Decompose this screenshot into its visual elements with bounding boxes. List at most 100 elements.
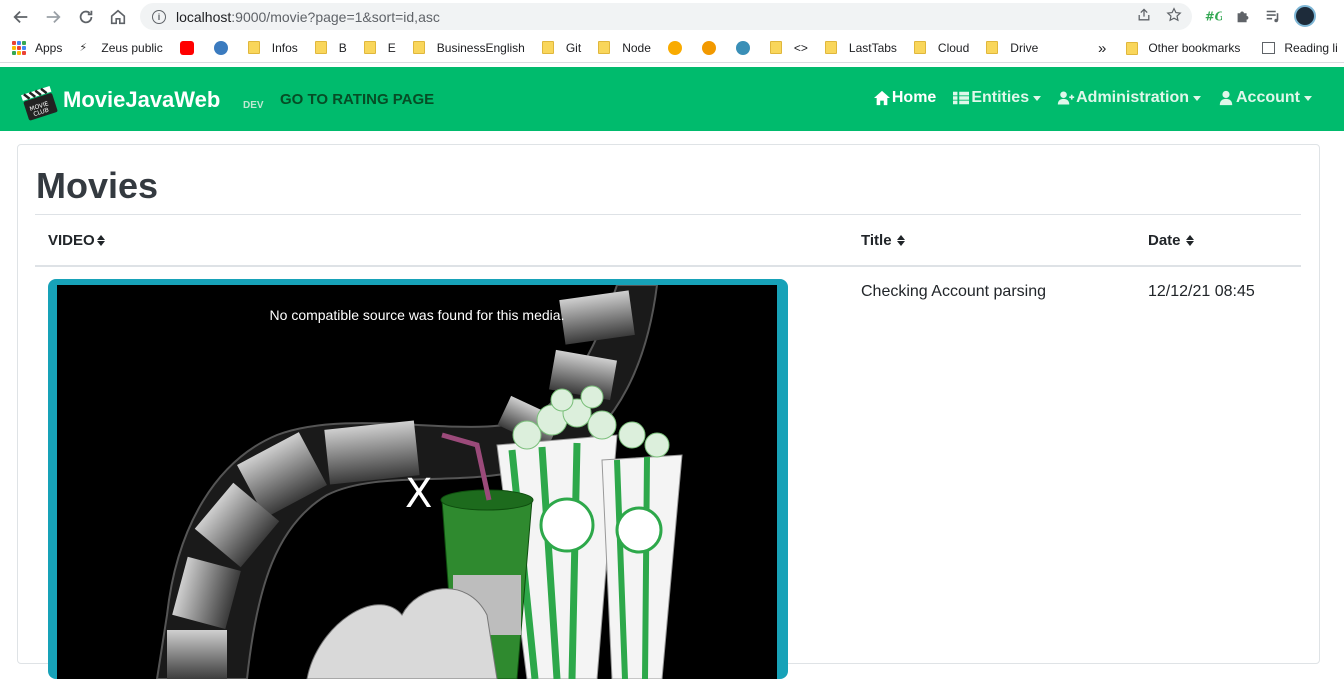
close-icon[interactable]: X — [405, 471, 432, 517]
bookmark-label: Apps — [35, 40, 63, 55]
movie-clapper-logo-icon[interactable]: MOVIE CLUB — [18, 81, 60, 123]
globe-icon — [735, 40, 750, 55]
home-outline-icon — [110, 9, 126, 25]
column-header-title[interactable]: Title — [861, 232, 905, 249]
green-extension-icon[interactable]: #G — [1204, 7, 1222, 25]
share-icon[interactable] — [1136, 7, 1152, 23]
omnibox-actions — [1136, 7, 1182, 23]
bookmark-item[interactable]: Cloud — [913, 40, 970, 55]
puzzle-icon[interactable] — [1234, 7, 1252, 25]
bookmark-item[interactable]: Git — [541, 40, 582, 55]
nav-entities[interactable]: Entities — [952, 89, 1042, 107]
header-divider — [35, 265, 1301, 267]
arrow-left-icon — [13, 10, 28, 24]
bookmark-item[interactable] — [213, 40, 236, 55]
nav-home-label: Home — [891, 89, 937, 106]
bookmark-item[interactable]: Node — [598, 41, 651, 55]
bookmark-item[interactable] — [667, 40, 690, 55]
bookmark-item[interactable]: Drive — [986, 41, 1038, 55]
orange-app-icon — [667, 40, 682, 55]
other-bookmarks[interactable]: Other bookmarks — [1148, 41, 1240, 55]
site-info-icon[interactable]: i — [152, 9, 166, 24]
app-navbar: MOVIE CLUB MovieJavaWeb DEV GO TO RATING… — [0, 67, 1344, 131]
bookmark-item[interactable]: Infos — [247, 40, 298, 55]
nav-administration[interactable]: Administration — [1057, 89, 1201, 107]
title-divider — [35, 214, 1301, 215]
bookmark-label: E — [387, 40, 396, 55]
column-header-video-label: VIDEO — [48, 232, 95, 249]
chevron-down-icon — [1304, 95, 1312, 101]
svg-text:#G: #G — [1205, 10, 1222, 24]
sort-icon — [96, 235, 105, 246]
forward-button[interactable] — [38, 2, 68, 32]
sort-icon — [896, 235, 905, 246]
profile-avatar[interactable] — [1294, 5, 1316, 27]
bookmark-label: Infos — [271, 40, 298, 55]
home-button[interactable] — [103, 2, 133, 32]
star-icon[interactable] — [1166, 7, 1182, 23]
extensions-area: #G — [1204, 5, 1316, 27]
bookmark-item[interactable] — [735, 40, 758, 55]
user-plus-icon — [1057, 91, 1075, 105]
bookmark-label: Cloud — [937, 40, 970, 55]
bookmark-item[interactable]: LastTabs — [824, 40, 897, 55]
url-host: localhost — [176, 8, 232, 25]
back-button[interactable] — [6, 2, 36, 32]
bookmark-label: Drive — [1010, 40, 1039, 55]
bookmarks-right: » Other bookmarks Reading li — [1098, 33, 1338, 63]
folder-icon — [913, 41, 926, 54]
bookmarks-overflow-button[interactable]: » — [1098, 40, 1106, 57]
url-path: :9000/movie?page=1&sort=id,asc — [231, 8, 440, 25]
bookmark-item[interactable]: <> — [769, 41, 808, 55]
rating-page-link[interactable]: GO TO RATING PAGE — [280, 91, 434, 108]
bookmarks-bar: Apps ⚡ Zeus public Infos B E BusinessEnglish Gi… — [0, 33, 1344, 63]
folder-icon — [541, 41, 554, 54]
nav-home[interactable]: Home — [873, 89, 936, 107]
env-badge: DEV — [243, 100, 264, 111]
bookmark-label: Git — [565, 40, 582, 55]
column-header-video[interactable]: VIDEO — [48, 232, 105, 249]
nav-account-label: Account — [1236, 89, 1300, 106]
reload-button[interactable] — [71, 2, 101, 32]
nav-entities-label: Entities — [971, 89, 1030, 106]
bookmark-item[interactable]: B — [314, 40, 347, 55]
youtube-icon — [179, 40, 194, 55]
movie-date-cell: 12/12/21 08:45 — [1148, 283, 1255, 300]
d-circle-icon — [701, 40, 716, 55]
bookmark-label: B — [338, 40, 347, 55]
media-queue-icon[interactable] — [1264, 7, 1282, 25]
folder-icon — [1126, 41, 1139, 55]
folder-icon — [247, 41, 260, 54]
brand-name[interactable]: MovieJavaWeb — [63, 87, 220, 113]
folder-icon — [598, 41, 611, 54]
folder-icon — [824, 41, 837, 54]
navbar-menu: Home Entities Administration Account — [873, 89, 1312, 107]
column-header-title-label: Title — [861, 232, 892, 249]
folder-icon — [986, 41, 999, 54]
video-player-frame: No compatible source was found for this … — [48, 279, 788, 679]
bookmark-item[interactable]: E — [363, 40, 396, 55]
nav-account[interactable]: Account — [1217, 89, 1312, 107]
column-header-date[interactable]: Date — [1148, 232, 1194, 249]
bookmark-label: Zeus public — [101, 40, 163, 55]
reload-icon — [79, 10, 93, 24]
bookmark-item[interactable]: ⚡ Zeus public — [79, 41, 162, 55]
folder-icon — [363, 41, 376, 54]
bookmark-item[interactable]: Apps — [12, 40, 63, 55]
bookmark-item[interactable] — [701, 40, 724, 55]
arrow-right-icon — [46, 10, 61, 24]
browser-toolbar: i localhost:9000/movie?page=1&sort=id,as… — [0, 0, 1344, 33]
page-title: Movies — [36, 165, 159, 206]
video-player[interactable]: No compatible source was found for this … — [57, 285, 777, 679]
bookmark-label: LastTabs — [848, 40, 897, 55]
folder-icon — [314, 41, 327, 54]
bookmark-item[interactable]: BusinessEnglish — [412, 41, 525, 55]
reading-list-icon — [1262, 42, 1276, 54]
list-table-icon — [953, 91, 970, 105]
address-bar[interactable]: i localhost:9000/movie?page=1&sort=id,as… — [140, 3, 1192, 30]
bird-icon — [213, 40, 228, 55]
chevron-down-icon — [1193, 95, 1201, 101]
movie-title-cell[interactable]: Checking Account parsing — [861, 283, 1046, 301]
reading-list[interactable]: Reading li — [1284, 41, 1337, 55]
bookmark-item[interactable] — [179, 40, 202, 55]
